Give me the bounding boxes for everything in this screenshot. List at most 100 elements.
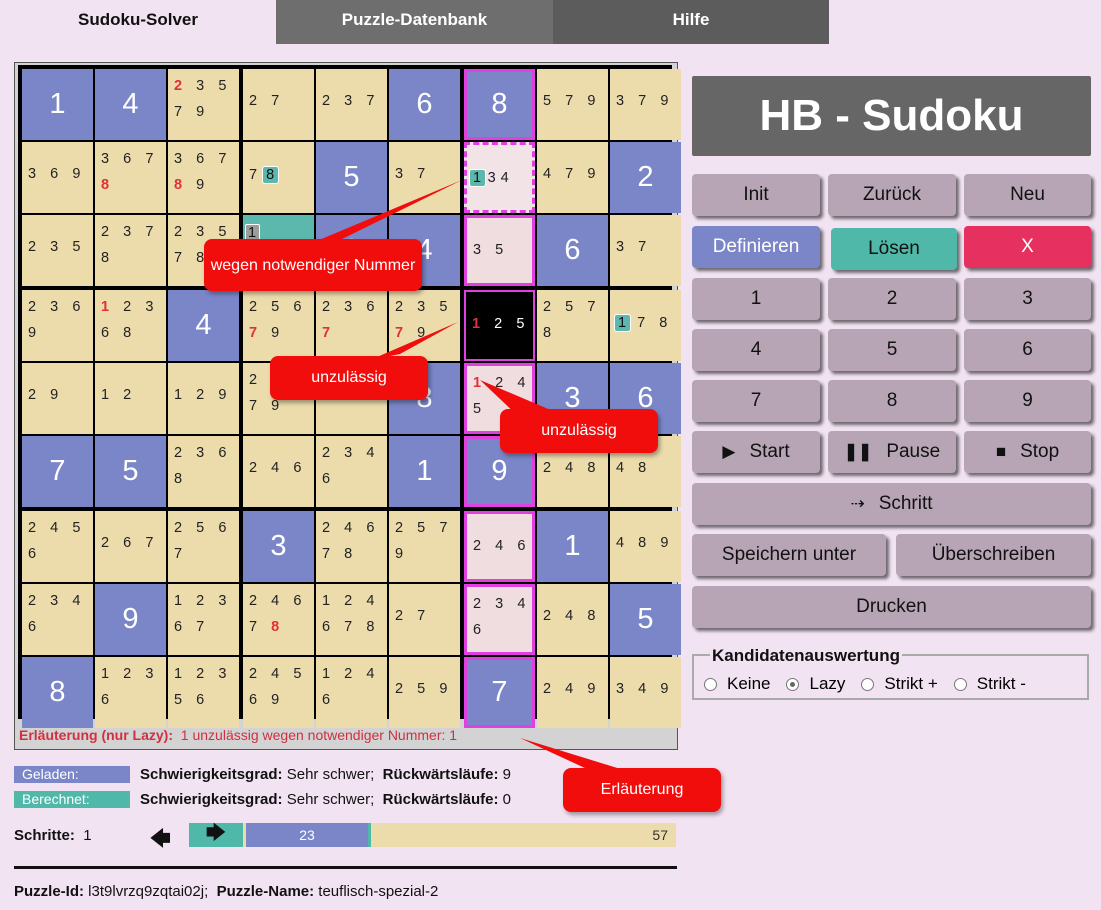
cell-r7c2[interactable]: 2 6 7 [95, 511, 166, 582]
cell-r2c3[interactable]: 3 6 78 9 [168, 142, 239, 213]
radio-circle[interactable] [861, 677, 875, 691]
cell-r8c3[interactable]: 1 2 36 7 [168, 584, 239, 655]
cell-r2c7[interactable]: 13 4 [464, 142, 535, 213]
cell-r8c2[interactable]: 9 [95, 584, 166, 655]
number-8-button[interactable]: 8 [828, 380, 956, 422]
cell-r4c4[interactable]: 2 5 67 9 [243, 290, 314, 361]
cell-r7c3[interactable]: 2 5 67 [168, 511, 239, 582]
cell-r6c6[interactable]: 1 [389, 436, 460, 507]
number-4-button[interactable]: 4 [692, 329, 820, 371]
cell-r1c5[interactable]: 2 3 7 [316, 69, 387, 140]
tab-sudoku-solver[interactable]: Sudoku-Solver [0, 0, 276, 44]
cell-r4c9[interactable]: 1 7 8 [610, 290, 681, 361]
cell-r7c9[interactable]: 4 8 9 [610, 511, 681, 582]
cell-r1c7[interactable]: 8 [464, 69, 535, 140]
pause-button[interactable]: ❚❚ Pause [828, 431, 956, 473]
cell-r8c7[interactable]: 2 3 46 [464, 584, 535, 655]
cell-r3c8[interactable]: 6 [537, 215, 608, 286]
cell-r2c8[interactable]: 4 7 9 [537, 142, 608, 213]
cell-r6c4[interactable]: 2 4 6 [243, 436, 314, 507]
cell-r8c4[interactable]: 2 4 67 8 [243, 584, 314, 655]
cell-r4c7[interactable]: 1 2 5 [464, 290, 535, 361]
cell-r1c1[interactable]: 1 [22, 69, 93, 140]
cell-r2c5[interactable]: 5 [316, 142, 387, 213]
number-2-button[interactable]: 2 [828, 278, 956, 320]
radio-keine[interactable]: Keine [704, 674, 770, 694]
cell-r6c3[interactable]: 2 3 68 [168, 436, 239, 507]
cell-r7c1[interactable]: 2 4 56 [22, 511, 93, 582]
cell-r9c1[interactable]: 8 [22, 657, 93, 728]
cell-r2c6[interactable]: 3 7 [389, 142, 460, 213]
tab-puzzle-datenbank[interactable]: Puzzle-Datenbank [276, 0, 553, 44]
cell-r8c5[interactable]: 1 2 46 7 8 [316, 584, 387, 655]
cell-r5c2[interactable]: 1 2 [95, 363, 166, 434]
cell-r4c8[interactable]: 2 5 78 [537, 290, 608, 361]
definieren-button[interactable]: Definieren [692, 226, 820, 268]
cell-r2c2[interactable]: 3 6 78 [95, 142, 166, 213]
step-back-icon[interactable]: 🡄 [150, 824, 171, 858]
number-1-button[interactable]: 1 [692, 278, 820, 320]
number-3-button[interactable]: 3 [964, 278, 1091, 320]
number-6-button[interactable]: 6 [964, 329, 1091, 371]
stop-button[interactable]: ■ Stop [964, 431, 1091, 473]
cell-r3c9[interactable]: 3 7 [610, 215, 681, 286]
schritt-button[interactable]: ⇢ Schritt [692, 483, 1091, 525]
ueberschreiben-button[interactable]: Überschreiben [896, 534, 1091, 576]
cell-r5c3[interactable]: 1 2 9 [168, 363, 239, 434]
cell-r9c7[interactable]: 7 [464, 657, 535, 728]
tab-hilfe[interactable]: Hilfe [553, 0, 829, 44]
cell-r7c7[interactable]: 2 4 6 [464, 511, 535, 582]
cell-r1c9[interactable]: 3 7 9 [610, 69, 681, 140]
radio-circle[interactable] [953, 677, 967, 691]
cell-r8c1[interactable]: 2 3 46 [22, 584, 93, 655]
cell-r9c8[interactable]: 2 4 9 [537, 657, 608, 728]
cell-r9c3[interactable]: 1 2 35 6 [168, 657, 239, 728]
cell-r9c9[interactable]: 3 4 9 [610, 657, 681, 728]
loesen-button[interactable]: Lösen [831, 228, 957, 270]
radio-strikt-minus[interactable]: Strikt - [953, 674, 1026, 694]
cell-r1c8[interactable]: 5 7 9 [537, 69, 608, 140]
number-7-button[interactable]: 7 [692, 380, 820, 422]
cell-r3c7[interactable]: 3 5 [464, 215, 535, 286]
cell-r8c6[interactable]: 2 7 [389, 584, 460, 655]
cell-r3c1[interactable]: 2 3 5 [22, 215, 93, 286]
cell-r7c4[interactable]: 3 [243, 511, 314, 582]
cell-r3c2[interactable]: 2 3 78 [95, 215, 166, 286]
cell-r2c1[interactable]: 3 6 9 [22, 142, 93, 213]
cell-r2c9[interactable]: 2 [610, 142, 681, 213]
cell-r1c4[interactable]: 2 7 [243, 69, 314, 140]
number-5-button[interactable]: 5 [828, 329, 956, 371]
cell-r4c2[interactable]: 1 2 36 8 [95, 290, 166, 361]
cell-r1c6[interactable]: 6 [389, 69, 460, 140]
cell-r1c2[interactable]: 4 [95, 69, 166, 140]
cell-r7c8[interactable]: 1 [537, 511, 608, 582]
zurueck-button[interactable]: Zurück [828, 174, 956, 216]
cell-r7c6[interactable]: 2 5 79 [389, 511, 460, 582]
cell-r9c5[interactable]: 1 2 46 [316, 657, 387, 728]
start-button[interactable]: ▶ Start [692, 431, 820, 473]
init-button[interactable]: Init [692, 174, 820, 216]
cell-r4c1[interactable]: 2 3 69 [22, 290, 93, 361]
radio-circle[interactable] [704, 677, 717, 691]
step-forward-icon[interactable]: 🡆 [189, 822, 243, 847]
number-9-button[interactable]: 9 [964, 380, 1091, 422]
cell-r2c4[interactable]: 7 8 [243, 142, 314, 213]
cell-r5c1[interactable]: 2 9 [22, 363, 93, 434]
cell-r6c1[interactable]: 7 [22, 436, 93, 507]
cell-r9c4[interactable]: 2 4 56 9 [243, 657, 314, 728]
cell-r4c3[interactable]: 4 [168, 290, 239, 361]
close-x-button[interactable]: X [964, 226, 1091, 268]
cell-r1c3[interactable]: 2 3 57 9 [168, 69, 239, 140]
cell-r4c5[interactable]: 2 3 67 [316, 290, 387, 361]
neu-button[interactable]: Neu [964, 174, 1091, 216]
radio-circle-selected[interactable] [786, 677, 800, 691]
cell-r8c9[interactable]: 5 [610, 584, 681, 655]
radio-lazy[interactable]: Lazy [786, 674, 845, 694]
cell-r8c8[interactable]: 2 4 8 [537, 584, 608, 655]
drucken-button[interactable]: Drucken [692, 586, 1091, 628]
cell-r7c5[interactable]: 2 4 67 8 [316, 511, 387, 582]
cell-r4c6[interactable]: 2 3 57 9 [389, 290, 460, 361]
cell-r6c5[interactable]: 2 3 46 [316, 436, 387, 507]
cell-r6c2[interactable]: 5 [95, 436, 166, 507]
speichern-unter-button[interactable]: Speichern unter [692, 534, 886, 576]
